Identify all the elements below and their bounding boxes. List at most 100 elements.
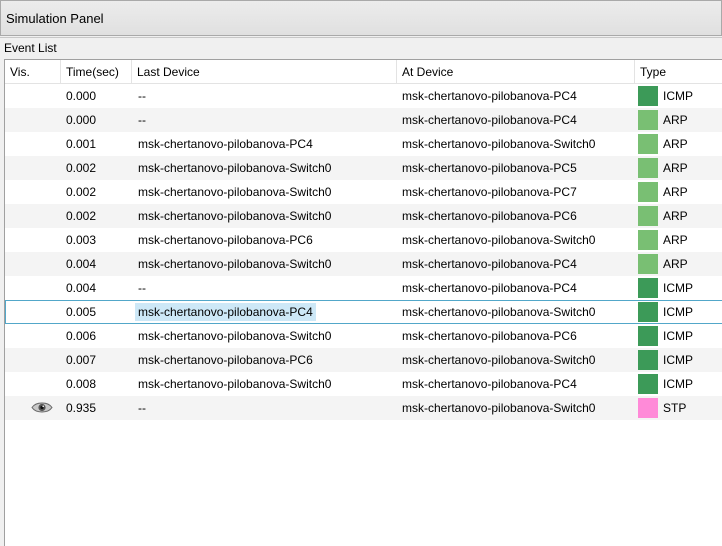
column-header-time[interactable]: Time(sec) bbox=[61, 60, 132, 84]
type-color-swatch[interactable] bbox=[638, 158, 658, 178]
simulation-panel-titlebar: Simulation Panel bbox=[0, 0, 722, 36]
vis-cell[interactable] bbox=[5, 204, 61, 228]
last-device-label: msk-chertanovo-pilobanova-Switch0 bbox=[138, 161, 332, 175]
last-device-label: msk-chertanovo-pilobanova-PC4 bbox=[135, 303, 316, 321]
last-device-label: msk-chertanovo-pilobanova-PC4 bbox=[138, 137, 313, 151]
at-device-cell: msk-chertanovo-pilobanova-PC4 bbox=[402, 257, 577, 271]
column-header-vis[interactable]: Vis. bbox=[5, 60, 61, 84]
vis-cell[interactable] bbox=[5, 324, 61, 348]
vis-cell[interactable] bbox=[5, 348, 61, 372]
type-cell[interactable]: STP bbox=[637, 396, 722, 420]
table-row[interactable]: 0.006 msk-chertanovo-pilobanova-Switch0 ms… bbox=[5, 324, 722, 348]
time-cell: 0.005 bbox=[66, 305, 97, 319]
last-device-label: msk-chertanovo-pilobanova-Switch0 bbox=[138, 377, 332, 391]
last-device-cell: msk-chertanovo-pilobanova-PC6 bbox=[138, 228, 398, 252]
table-row[interactable]: 0.003 msk-chertanovo-pilobanova-PC6 msk-ch… bbox=[5, 228, 722, 252]
type-color-swatch[interactable] bbox=[638, 278, 658, 298]
type-color-swatch[interactable] bbox=[638, 110, 658, 130]
time-cell: 0.007 bbox=[66, 353, 97, 367]
at-device-cell: msk-chertanovo-pilobanova-Switch0 bbox=[402, 137, 596, 151]
column-header-at-device[interactable]: At Device bbox=[397, 60, 635, 84]
window-title: Simulation Panel bbox=[6, 11, 104, 26]
table-header: Vis. Time(sec) Last Device At Device Typ… bbox=[5, 60, 722, 84]
table-row-selected[interactable]: 0.005 msk-chertanovo-pilobanova-PC4 msk-ch… bbox=[5, 300, 722, 324]
vis-cell[interactable] bbox=[5, 276, 61, 300]
type-label: ICMP bbox=[663, 305, 693, 319]
type-cell[interactable]: ICMP bbox=[637, 84, 722, 108]
type-cell[interactable]: ICMP bbox=[637, 300, 722, 324]
table-row[interactable]: 0.001 msk-chertanovo-pilobanova-PC4 msk-ch… bbox=[5, 132, 722, 156]
type-cell[interactable]: ICMP bbox=[637, 324, 722, 348]
time-cell: 0.004 bbox=[66, 281, 97, 295]
vis-cell[interactable] bbox=[5, 156, 61, 180]
type-color-swatch[interactable] bbox=[638, 230, 658, 250]
vis-cell[interactable] bbox=[5, 84, 61, 108]
table-row[interactable]: 0.007 msk-chertanovo-pilobanova-PC6 msk-ch… bbox=[5, 348, 722, 372]
last-device-label: -- bbox=[138, 113, 146, 127]
vis-cell[interactable] bbox=[5, 372, 61, 396]
type-color-swatch[interactable] bbox=[638, 134, 658, 154]
eye-icon[interactable] bbox=[31, 401, 53, 414]
type-cell[interactable]: ICMP bbox=[637, 276, 722, 300]
type-cell[interactable]: ARP bbox=[637, 156, 722, 180]
last-device-cell: -- bbox=[138, 396, 398, 420]
type-cell[interactable]: ARP bbox=[637, 108, 722, 132]
table-row[interactable]: 0.000 -- msk-chertanovo-pilobanova-PC4 ICMP bbox=[5, 84, 722, 108]
column-header-type[interactable]: Type bbox=[635, 60, 722, 84]
type-label: ARP bbox=[663, 209, 688, 223]
type-label: ICMP bbox=[663, 377, 693, 391]
table-row[interactable]: 0.004 msk-chertanovo-pilobanova-Switch0 ms… bbox=[5, 252, 722, 276]
type-color-swatch[interactable] bbox=[638, 398, 658, 418]
type-cell[interactable]: ICMP bbox=[637, 372, 722, 396]
at-device-cell: msk-chertanovo-pilobanova-PC5 bbox=[402, 161, 577, 175]
type-label: ARP bbox=[663, 137, 688, 151]
last-device-cell: msk-chertanovo-pilobanova-Switch0 bbox=[138, 372, 398, 396]
column-header-last-device[interactable]: Last Device bbox=[132, 60, 397, 84]
time-cell: 0.002 bbox=[66, 209, 97, 223]
type-label: ICMP bbox=[663, 281, 693, 295]
type-color-swatch[interactable] bbox=[638, 350, 658, 370]
table-row[interactable]: 0.002 msk-chertanovo-pilobanova-Switch0 ms… bbox=[5, 156, 722, 180]
vis-cell[interactable] bbox=[5, 132, 61, 156]
vis-cell[interactable] bbox=[5, 108, 61, 132]
table-row[interactable]: 0.002 msk-chertanovo-pilobanova-Switch0 ms… bbox=[5, 204, 722, 228]
vis-cell[interactable] bbox=[5, 228, 61, 252]
last-device-label: msk-chertanovo-pilobanova-Switch0 bbox=[138, 209, 332, 223]
time-cell: 0.003 bbox=[66, 233, 97, 247]
vis-cell[interactable] bbox=[5, 300, 61, 324]
type-cell[interactable]: ARP bbox=[637, 228, 722, 252]
vis-cell[interactable] bbox=[5, 396, 61, 420]
type-color-swatch[interactable] bbox=[638, 86, 658, 106]
type-color-swatch[interactable] bbox=[638, 302, 658, 322]
type-cell[interactable]: ARP bbox=[637, 180, 722, 204]
table-row[interactable]: 0.002 msk-chertanovo-pilobanova-Switch0 ms… bbox=[5, 180, 722, 204]
type-label: STP bbox=[663, 401, 687, 415]
type-cell[interactable]: ARP bbox=[637, 204, 722, 228]
at-device-cell: msk-chertanovo-pilobanova-Switch0 bbox=[402, 353, 596, 367]
table-row[interactable]: 0.000 -- msk-chertanovo-pilobanova-PC4 ARP bbox=[5, 108, 722, 132]
table-row[interactable]: 0.004 -- msk-chertanovo-pilobanova-PC4 ICMP bbox=[5, 276, 722, 300]
type-cell[interactable]: ICMP bbox=[637, 348, 722, 372]
last-device-label: msk-chertanovo-pilobanova-Switch0 bbox=[138, 185, 332, 199]
event-list-group: Event List Vis. Time(sec) Last Device At… bbox=[0, 37, 722, 546]
type-label: ARP bbox=[663, 113, 688, 127]
time-cell: 0.000 bbox=[66, 89, 97, 103]
at-device-cell: msk-chertanovo-pilobanova-Switch0 bbox=[402, 233, 596, 247]
type-color-swatch[interactable] bbox=[638, 182, 658, 202]
table-row[interactable]: 0.008 msk-chertanovo-pilobanova-Switch0 ms… bbox=[5, 372, 722, 396]
type-cell[interactable]: ARP bbox=[637, 132, 722, 156]
event-list-table[interactable]: Vis. Time(sec) Last Device At Device Typ… bbox=[4, 59, 722, 546]
table-row[interactable]: 0.935 -- msk-chertanovo-pilobanova-Switch0… bbox=[5, 396, 722, 420]
type-color-swatch[interactable] bbox=[638, 374, 658, 394]
type-color-swatch[interactable] bbox=[638, 254, 658, 274]
last-device-cell: msk-chertanovo-pilobanova-PC4 bbox=[138, 132, 398, 156]
time-cell: 0.935 bbox=[66, 401, 97, 415]
vis-cell[interactable] bbox=[5, 252, 61, 276]
vis-cell[interactable] bbox=[5, 180, 61, 204]
type-cell[interactable]: ARP bbox=[637, 252, 722, 276]
time-cell: 0.006 bbox=[66, 329, 97, 343]
type-color-swatch[interactable] bbox=[638, 326, 658, 346]
type-color-swatch[interactable] bbox=[638, 206, 658, 226]
last-device-cell: msk-chertanovo-pilobanova-Switch0 bbox=[138, 156, 398, 180]
at-device-cell: msk-chertanovo-pilobanova-Switch0 bbox=[402, 305, 596, 319]
